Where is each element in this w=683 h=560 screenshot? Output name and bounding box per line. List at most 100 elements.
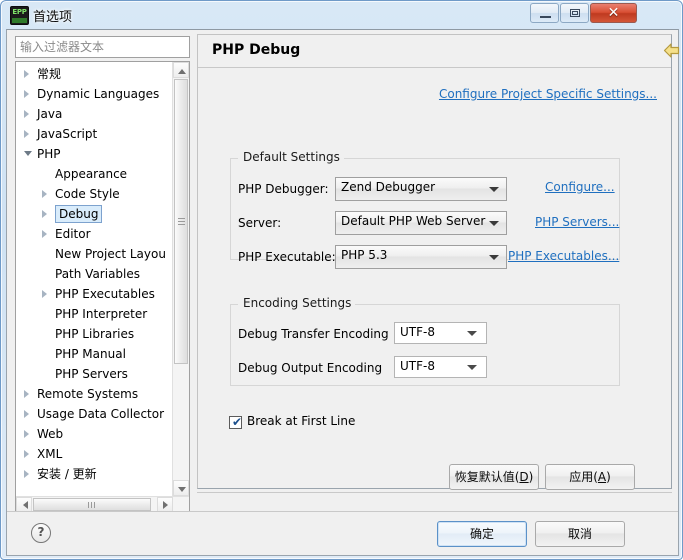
php-servers-link[interactable]: PHP Servers... [535,215,619,229]
chevron-down-icon [489,187,499,192]
chevron-right-icon[interactable] [42,230,47,238]
preferences-tree[interactable]: 常规 Dynamic Languages Java JavaScript PHP Appe… [15,61,190,513]
php-executable-combobox[interactable]: PHP 5.3 [335,245,507,269]
cancel-label: 取消 [567,527,592,541]
tree-item-label: PHP [37,147,61,161]
ok-button[interactable]: 确定 [437,521,527,547]
tree-horizontal-scrollbar[interactable] [16,496,189,512]
tree-item[interactable]: 常规 [16,64,174,84]
maximize-icon-inner [572,11,578,15]
chevron-right-icon[interactable] [24,90,29,98]
php-executable-label: PHP Executable: [238,250,336,264]
tree-item[interactable]: PHP Executables [16,284,174,304]
tree-item[interactable]: Appearance [16,164,174,184]
server-label: Server: [238,216,282,230]
tree-item-label: Usage Data Collector [37,407,165,421]
minimize-icon [540,16,551,18]
tree-item[interactable]: Usage Data Collector [16,404,174,424]
tree-item[interactable]: Debug [16,204,174,224]
page-title: PHP Debug [212,42,301,58]
scroll-right-button[interactable] [157,497,173,512]
scrollbar-grip [178,218,185,225]
php-debugger-value: Zend Debugger [341,180,436,194]
scrollbar-thumb-horizontal[interactable] [33,498,151,511]
chevron-right-icon[interactable] [24,390,29,398]
close-button[interactable]: ✕ [590,3,637,23]
scroll-left-button[interactable] [16,497,32,512]
tree-item[interactable]: 安装 / 更新 [16,464,174,484]
group-border [230,158,238,159]
break-at-first-line-checkbox[interactable]: ✔ [229,415,242,429]
tree-item[interactable]: PHP [16,144,174,164]
scrollbar-thumb-vertical[interactable] [174,79,188,364]
tree-item[interactable]: Web [16,424,174,444]
tree-vertical-scrollbar[interactable] [172,62,189,496]
chevron-right-icon[interactable] [24,450,29,458]
tree-item[interactable]: XML [16,444,174,464]
tree-item[interactable]: Dynamic Languages [16,84,174,104]
chevron-down-icon [489,221,499,226]
tree-item-label: Web [37,427,64,441]
apply-button[interactable]: 应用(A) [545,464,635,490]
close-icon: ✕ [607,5,620,21]
chevron-right-icon[interactable] [42,290,47,298]
chevron-right-icon[interactable] [24,410,29,418]
filter-input[interactable] [15,36,190,58]
minimize-button[interactable] [530,3,559,23]
chevron-right-icon[interactable] [42,190,47,198]
group-border [334,304,620,305]
chevron-right-icon[interactable] [24,70,29,78]
chevron-down-icon [178,487,186,492]
tree-item-label: PHP Manual [55,347,126,361]
epp-icon-label: EPP [12,8,27,16]
pane-header: PHP Debug [198,35,680,68]
tree-item[interactable]: PHP Manual [16,344,174,364]
ok-label: 确定 [469,527,494,541]
help-icon[interactable]: ? [31,523,51,543]
php-executables-link[interactable]: PHP Executables... [508,249,619,263]
restore-defaults-button[interactable]: 恢复默认值(D) [449,464,539,490]
php-executable-value: PHP 5.3 [341,248,388,262]
cancel-button[interactable]: 取消 [535,521,625,547]
tree-item[interactable]: PHP Libraries [16,324,174,344]
epp-icon: EPP [10,6,29,25]
maximize-button[interactable] [560,3,589,23]
chevron-right-icon[interactable] [24,430,29,438]
scroll-down-button[interactable] [173,480,189,496]
epp-icon-base [12,18,27,23]
tree-item[interactable]: Editor [16,224,174,244]
tree-item[interactable]: PHP Servers [16,364,174,384]
tree-item-label: PHP Servers [55,367,128,381]
tree-item[interactable]: PHP Interpreter [16,304,174,324]
server-combobox[interactable]: Default PHP Web Server [335,211,507,235]
tree-item[interactable]: JavaScript [16,124,174,144]
scroll-up-button[interactable] [173,62,189,78]
tree-item-label: 常规 [37,67,62,81]
tree-item[interactable]: Java [16,104,174,124]
chevron-right-icon[interactable] [24,130,29,138]
debug-transfer-encoding-label: Debug Transfer Encoding [238,327,389,341]
tree-item-label: Editor [55,227,91,241]
back-arrow-icon[interactable] [663,43,680,58]
debug-output-encoding-label: Debug Output Encoding [238,361,383,375]
php-debugger-combobox[interactable]: Zend Debugger [335,177,507,201]
tree-item-label: PHP Libraries [55,327,135,341]
chevron-down-icon [467,331,477,336]
chevron-right-icon[interactable] [24,110,29,118]
debug-transfer-encoding-combobox[interactable]: UTF-8 [394,322,487,344]
chevron-right-icon[interactable] [42,210,47,218]
chevron-right-icon[interactable] [24,470,29,478]
tree-item[interactable]: New Project Layou [16,244,174,264]
tree-item[interactable]: Code Style [16,184,174,204]
configure-project-specific-settings-link[interactable]: Configure Project Specific Settings... [439,87,657,101]
tree-item[interactable]: Remote Systems [16,384,174,404]
tree-item[interactable]: Path Variables [16,264,174,284]
help-icon-label: ? [37,525,45,539]
debug-output-encoding-combobox[interactable]: UTF-8 [394,356,487,378]
group-border [334,158,620,159]
break-at-first-line-label: Break at First Line [247,414,356,428]
chevron-down-icon[interactable] [24,151,32,156]
configure-link[interactable]: Configure... [545,180,615,194]
group-title: Default Settings [239,150,344,164]
server-value: Default PHP Web Server [341,214,486,228]
